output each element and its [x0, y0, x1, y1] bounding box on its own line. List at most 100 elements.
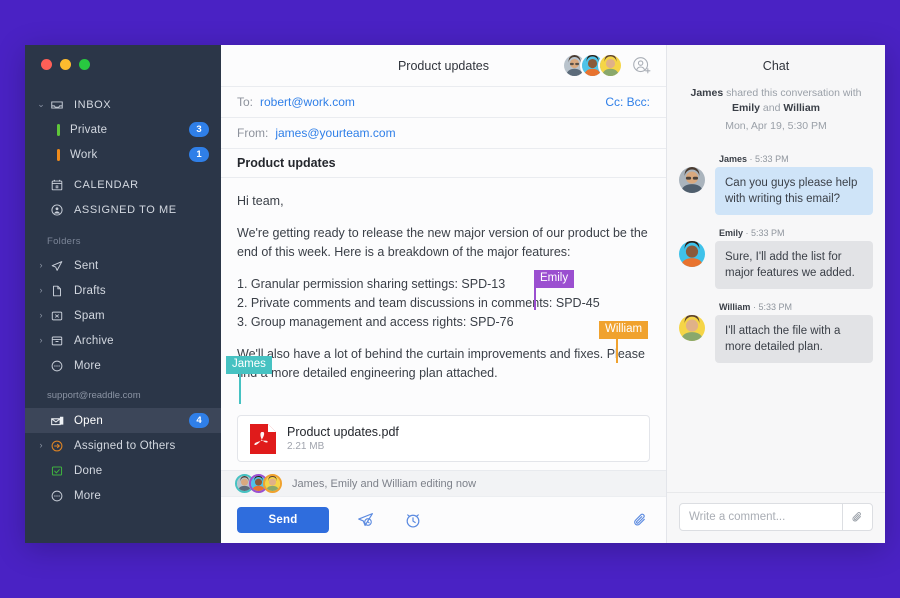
ellipsis-circle-icon: [47, 359, 67, 373]
chat-intro-mid: shared this conversation with: [723, 87, 862, 99]
sidebar-item-label: Work: [70, 148, 98, 161]
minimize-button[interactable]: [60, 59, 71, 70]
maximize-button[interactable]: [79, 59, 90, 70]
unread-badge: 3: [189, 122, 209, 137]
sidebar-item-label: Open: [74, 414, 103, 427]
sidebar-item-spam[interactable]: › Spam: [25, 303, 221, 328]
sidebar-item-work[interactable]: Work 1: [25, 142, 221, 167]
from-field-row[interactable]: From: james@yourteam.com: [221, 117, 666, 148]
editing-status-bar: James, Emily and William editing now: [221, 470, 666, 496]
chat-message: James · 5:33 PM Can you guys please help…: [679, 154, 873, 215]
sidebar-item-open[interactable]: Open 4: [25, 408, 221, 433]
sidebar-item-calendar[interactable]: CALENDAR: [25, 172, 221, 197]
sidebar-item-private[interactable]: Private 3: [25, 117, 221, 142]
sidebar-item-more-account[interactable]: More: [25, 483, 221, 508]
subject-field[interactable]: Product updates: [221, 148, 666, 178]
sidebar-item-assigned-to-others[interactable]: › Assigned to Others: [25, 433, 221, 458]
mail-title-bar: Product updates: [221, 45, 666, 86]
unread-badge: 1: [189, 147, 209, 162]
sidebar-item-label: More: [74, 489, 102, 502]
sidebar-item-label: CALENDAR: [74, 178, 139, 191]
cc-bcc-toggle[interactable]: Cc: Bcc:: [605, 95, 650, 109]
sidebar-item-archive[interactable]: › Archive: [25, 328, 221, 353]
editing-status-text: James, Emily and William editing now: [292, 477, 477, 490]
chat-bubble: I'll attach the file with a more detaile…: [715, 315, 873, 363]
done-check-icon: [47, 464, 67, 478]
sidebar: ⌄ INBOX Private 3 Work 1 CALENDAR ASSIGN…: [25, 45, 221, 543]
paperclip-icon[interactable]: [631, 511, 650, 530]
attachment-size: 2.21 MB: [287, 441, 325, 452]
sidebar-item-assigned-to-me[interactable]: ASSIGNED TO ME: [25, 197, 221, 222]
chat-input-box[interactable]: [679, 503, 873, 531]
chat-intro-and: and: [759, 102, 784, 114]
chat-message-time: 5:33 PM: [755, 154, 789, 164]
chat-message-author: Emily: [719, 228, 744, 238]
body-paragraph-2: We'll also have a lot of behind the curt…: [237, 347, 645, 380]
count-badge: 4: [189, 413, 209, 428]
sidebar-item-sent[interactable]: › Sent: [25, 253, 221, 278]
to-field-row[interactable]: To: robert@work.com Cc: Bcc:: [221, 86, 666, 117]
chevron-right-icon: ›: [39, 260, 43, 270]
chat-intro-person-c: William: [783, 102, 821, 114]
window-controls: [25, 45, 221, 70]
chat-message-author: William: [719, 302, 751, 312]
chat-intro-person-b: Emily: [731, 102, 760, 114]
chat-message-row: I'll attach the file with a more detaile…: [679, 315, 873, 363]
snooze-clock-icon[interactable]: [403, 510, 423, 530]
close-button[interactable]: [41, 59, 52, 70]
chevron-right-icon: ›: [39, 285, 43, 295]
sidebar-item-drafts[interactable]: › Drafts: [25, 278, 221, 303]
mail-pane: Product updates To: robert@work.com Cc: …: [221, 45, 667, 543]
send-later-icon[interactable]: [356, 510, 376, 530]
sidebar-nav: ⌄ INBOX Private 3 Work 1 CALENDAR ASSIGN…: [25, 92, 221, 508]
chat-message: William · 5:33 PM I'll attach the file w…: [679, 302, 873, 363]
collab-cursor-james: James: [226, 356, 272, 374]
to-value[interactable]: robert@work.com: [260, 95, 355, 109]
collab-cursor-william: William: [599, 321, 649, 339]
to-label: To:: [237, 95, 254, 109]
work-color-bar: [57, 148, 60, 161]
attachment-card[interactable]: Product updates.pdf 2.21 MB: [237, 415, 650, 462]
calendar-icon: [47, 178, 67, 192]
chat-bubble: Can you guys please help with writing th…: [715, 167, 873, 215]
chat-intro-author: James: [690, 87, 724, 99]
sidebar-item-inbox[interactable]: ⌄ INBOX: [25, 92, 221, 117]
chat-message-meta: James · 5:33 PM: [719, 154, 873, 164]
from-label: From:: [237, 126, 269, 140]
sidebar-item-label: Sent: [74, 259, 99, 272]
sidebar-item-more-folders[interactable]: More: [25, 353, 221, 378]
sidebar-item-label: ASSIGNED TO ME: [74, 203, 177, 216]
chat-intro: James shared this conversation with Emil…: [667, 86, 885, 138]
compose-toolbar: Send: [221, 496, 666, 543]
paperclip-icon[interactable]: [842, 504, 872, 530]
sidebar-item-label: More: [74, 359, 102, 372]
add-person-icon[interactable]: [629, 53, 654, 78]
avatar[interactable]: [598, 53, 623, 78]
attachment-area: Product updates.pdf 2.21 MB: [221, 415, 666, 470]
chat-bubble: Sure, I'll add the list for major featur…: [715, 241, 873, 289]
list-item: 1. Granular permission sharing settings:…: [237, 277, 506, 291]
send-button[interactable]: Send: [237, 507, 329, 533]
chat-message-meta: William · 5:33 PM: [719, 302, 873, 312]
list-item: 3. Group management and access rights: S…: [237, 315, 514, 329]
sidebar-item-label: INBOX: [74, 98, 112, 111]
header-avatar-group: [562, 53, 654, 78]
collab-cursor-emily: Emily: [534, 270, 575, 288]
sidebar-item-label: Spam: [74, 309, 105, 322]
open-envelope-icon: [47, 413, 67, 428]
sidebar-item-label: Assigned to Others: [74, 439, 176, 452]
spam-icon: [47, 309, 67, 323]
private-color-bar: [57, 123, 60, 136]
sidebar-item-done[interactable]: Done: [25, 458, 221, 483]
chat-input-area: [667, 492, 885, 543]
attachment-name: Product updates.pdf: [287, 425, 399, 439]
ellipsis-circle-icon: [47, 489, 67, 503]
chat-message-time: 5:33 PM: [758, 302, 792, 312]
email-body[interactable]: Hi team, We're getting ready to release …: [221, 178, 666, 415]
from-value[interactable]: james@yourteam.com: [275, 126, 395, 140]
body-greeting: Hi team,: [237, 194, 284, 208]
sidebar-item-label: Private: [70, 123, 108, 136]
chat-message-list: James · 5:33 PM Can you guys please help…: [667, 138, 885, 492]
chat-comment-input[interactable]: [680, 511, 842, 523]
document-icon: [47, 284, 67, 298]
